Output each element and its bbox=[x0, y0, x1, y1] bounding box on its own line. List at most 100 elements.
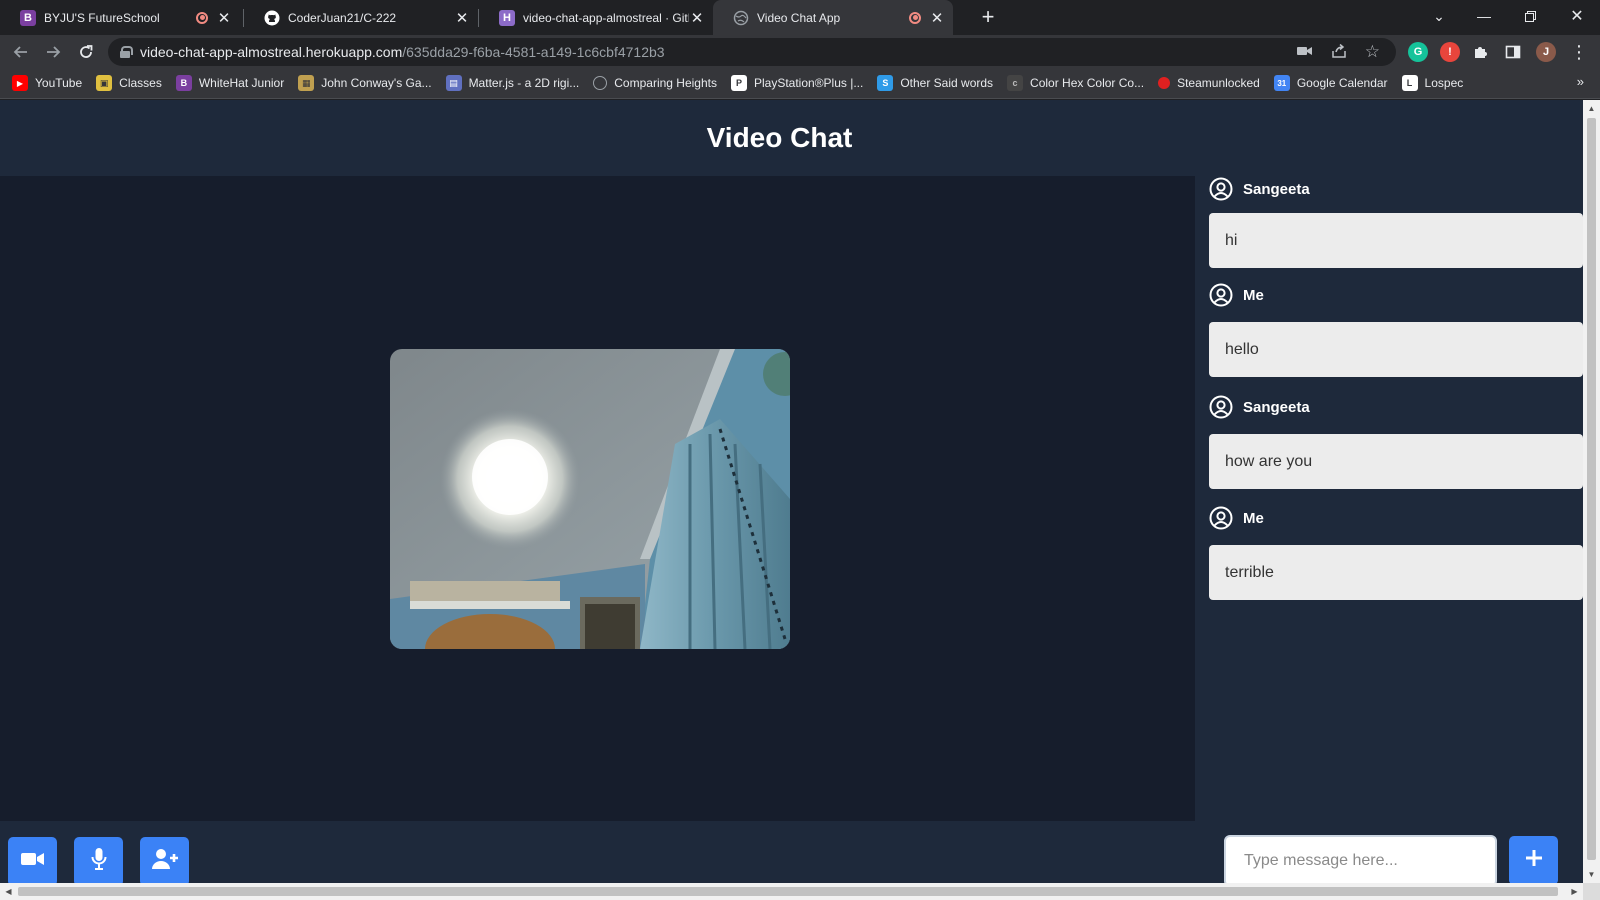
chat-message-input[interactable] bbox=[1224, 835, 1497, 883]
tab-byjus[interactable]: B BYJU'S FutureSchool ✕ bbox=[0, 0, 240, 35]
bookmark-game-of-life[interactable]: ▦ John Conway's Ga... bbox=[298, 75, 432, 91]
extensions-puzzle-icon[interactable] bbox=[1468, 39, 1494, 65]
close-tab-icon[interactable]: ✕ bbox=[929, 10, 945, 27]
user-plus-icon bbox=[151, 849, 178, 874]
tab-search-button[interactable]: ⌄ bbox=[1416, 0, 1462, 32]
message-bubble: hello bbox=[1209, 322, 1583, 377]
whitehat-icon: B bbox=[175, 75, 192, 91]
minimize-button[interactable]: — bbox=[1461, 0, 1507, 32]
bookmark-other-said[interactable]: S Other Said words bbox=[877, 75, 993, 91]
grammarly-icon[interactable]: G bbox=[1408, 42, 1428, 62]
close-window-button[interactable]: ✕ bbox=[1554, 0, 1600, 32]
scroll-up-arrow-icon[interactable]: ▲ bbox=[1583, 100, 1600, 117]
bookmark-star-icon[interactable]: ☆ bbox=[1365, 42, 1380, 62]
page-title: Video Chat bbox=[706, 122, 853, 153]
message-sender: Me bbox=[1243, 509, 1264, 527]
scroll-down-arrow-icon[interactable]: ▼ bbox=[1583, 866, 1600, 883]
user-circle-icon bbox=[1209, 506, 1233, 530]
bookmark-matterjs[interactable]: ▤ Matter.js - a 2D rigi... bbox=[445, 75, 580, 91]
bookmark-label: Google Calendar bbox=[1296, 76, 1388, 90]
microphone-icon bbox=[91, 848, 107, 875]
bookmark-colorhex[interactable]: c Color Hex Color Co... bbox=[1007, 75, 1144, 91]
bookmarks-bar: ▶ YouTube ▣ Classes B WhiteHat Junior ▦ … bbox=[0, 68, 1600, 99]
profile-avatar[interactable]: J bbox=[1536, 42, 1556, 62]
more-bookmarks-icon[interactable]: » bbox=[1577, 74, 1584, 89]
back-button[interactable] bbox=[8, 39, 34, 65]
address-bar[interactable]: video-chat-app-almostreal.herokuapp.com /… bbox=[108, 38, 1396, 66]
forward-button[interactable] bbox=[40, 39, 66, 65]
tab-title: video-chat-app-almostreal · GitH bbox=[523, 10, 689, 25]
horizontal-scroll-thumb[interactable] bbox=[18, 887, 1558, 896]
bookmark-google-calendar[interactable]: 31 Google Calendar bbox=[1273, 75, 1388, 91]
bookmark-playstation[interactable]: P PlayStation®Plus |... bbox=[730, 75, 864, 91]
tab-github-repo[interactable]: H video-chat-app-almostreal · GitH ✕ bbox=[479, 0, 713, 35]
send-message-button[interactable] bbox=[1509, 836, 1558, 883]
video-grid bbox=[0, 176, 1195, 821]
tab-title: Video Chat App bbox=[757, 10, 841, 25]
video-toggle-button[interactable] bbox=[8, 837, 57, 883]
close-tab-icon[interactable]: ✕ bbox=[689, 10, 705, 27]
restore-button[interactable] bbox=[1507, 0, 1553, 32]
tab-github[interactable]: CoderJuan21/C-222 ✕ bbox=[244, 0, 478, 35]
message-sender: Sangeeta bbox=[1243, 180, 1310, 198]
app-header: Video Chat bbox=[0, 100, 1583, 176]
colorhex-icon: c bbox=[1007, 75, 1024, 91]
bookmark-label: Classes bbox=[119, 76, 162, 90]
share-icon[interactable] bbox=[1331, 43, 1347, 62]
scroll-right-arrow-icon[interactable]: ▶ bbox=[1566, 883, 1583, 900]
classes-icon: ▣ bbox=[96, 75, 113, 91]
tab-title: CoderJuan21/C-222 bbox=[288, 10, 397, 25]
video-stream bbox=[390, 349, 790, 649]
video-camera-icon bbox=[20, 850, 45, 873]
camera-in-use-icon[interactable] bbox=[1296, 44, 1313, 60]
tab-title: BYJU'S FutureSchool bbox=[44, 10, 160, 25]
message-bubble: terrible bbox=[1209, 545, 1583, 600]
bookmark-label: YouTube bbox=[35, 76, 83, 90]
vertical-scrollbar[interactable]: ▲ ▼ bbox=[1583, 100, 1600, 883]
github-icon bbox=[264, 10, 280, 26]
invite-user-button[interactable] bbox=[140, 837, 189, 883]
browser-toolbar: video-chat-app-almostreal.herokuapp.com /… bbox=[0, 35, 1600, 68]
tab-video-chat-app[interactable]: Video Chat App ✕ bbox=[713, 0, 953, 35]
user-circle-icon bbox=[1209, 177, 1233, 201]
user-circle-icon bbox=[1209, 395, 1233, 419]
playstation-icon: P bbox=[730, 75, 747, 91]
side-panel-icon[interactable] bbox=[1500, 39, 1526, 65]
browser-menu-icon[interactable]: ⋮ bbox=[1566, 39, 1592, 65]
youtube-icon: ▶ bbox=[12, 75, 28, 91]
bookmark-classes[interactable]: ▣ Classes bbox=[96, 75, 162, 91]
byjus-icon: B bbox=[20, 9, 36, 26]
horizontal-scrollbar[interactable]: ◀ ▶ bbox=[0, 883, 1583, 900]
scrollbar-corner bbox=[1583, 883, 1600, 900]
bookmark-label: John Conway's Ga... bbox=[321, 76, 432, 90]
lospec-icon: L bbox=[1401, 75, 1418, 91]
heroku-icon: H bbox=[499, 9, 515, 26]
extension-alert-icon[interactable]: ! bbox=[1440, 42, 1460, 62]
message-header: Sangeeta bbox=[1209, 394, 1310, 420]
plus-icon bbox=[1525, 849, 1543, 872]
bookmark-steamunlocked[interactable]: Steamunlocked bbox=[1158, 76, 1260, 90]
bookmark-comparing-heights[interactable]: Comparing Heights bbox=[593, 76, 717, 90]
tab-strip: B BYJU'S FutureSchool ✕ CoderJuan21/C-22… bbox=[0, 0, 1600, 35]
webcam-frame bbox=[390, 349, 790, 649]
reload-button[interactable] bbox=[73, 39, 99, 65]
lock-icon[interactable] bbox=[120, 46, 133, 58]
bookmark-lospec[interactable]: L Lospec bbox=[1401, 75, 1463, 91]
bookmark-label: PlayStation®Plus |... bbox=[753, 76, 864, 90]
close-tab-icon[interactable]: ✕ bbox=[454, 10, 470, 27]
bookmark-label: Other Said words bbox=[900, 76, 994, 90]
close-tab-icon[interactable]: ✕ bbox=[216, 10, 232, 27]
url-path: /635dda29-f6ba-4581-a149-1c6cbf4712b3 bbox=[402, 44, 665, 60]
new-tab-button[interactable]: + bbox=[975, 4, 1001, 30]
message-header: Sangeeta bbox=[1209, 176, 1310, 202]
message-header: Me bbox=[1209, 282, 1264, 308]
message-header: Me bbox=[1209, 505, 1264, 531]
vertical-scroll-thumb[interactable] bbox=[1587, 118, 1596, 860]
mic-toggle-button[interactable] bbox=[74, 837, 123, 883]
bookmark-label: Matter.js - a 2D rigi... bbox=[468, 76, 580, 90]
message-bubble: how are you bbox=[1209, 434, 1583, 489]
bookmark-youtube[interactable]: ▶ YouTube bbox=[12, 75, 82, 91]
bookmark-whitehat[interactable]: B WhiteHat Junior bbox=[175, 75, 284, 91]
message-bubble: hi bbox=[1209, 213, 1583, 268]
scroll-left-arrow-icon[interactable]: ◀ bbox=[0, 883, 17, 900]
